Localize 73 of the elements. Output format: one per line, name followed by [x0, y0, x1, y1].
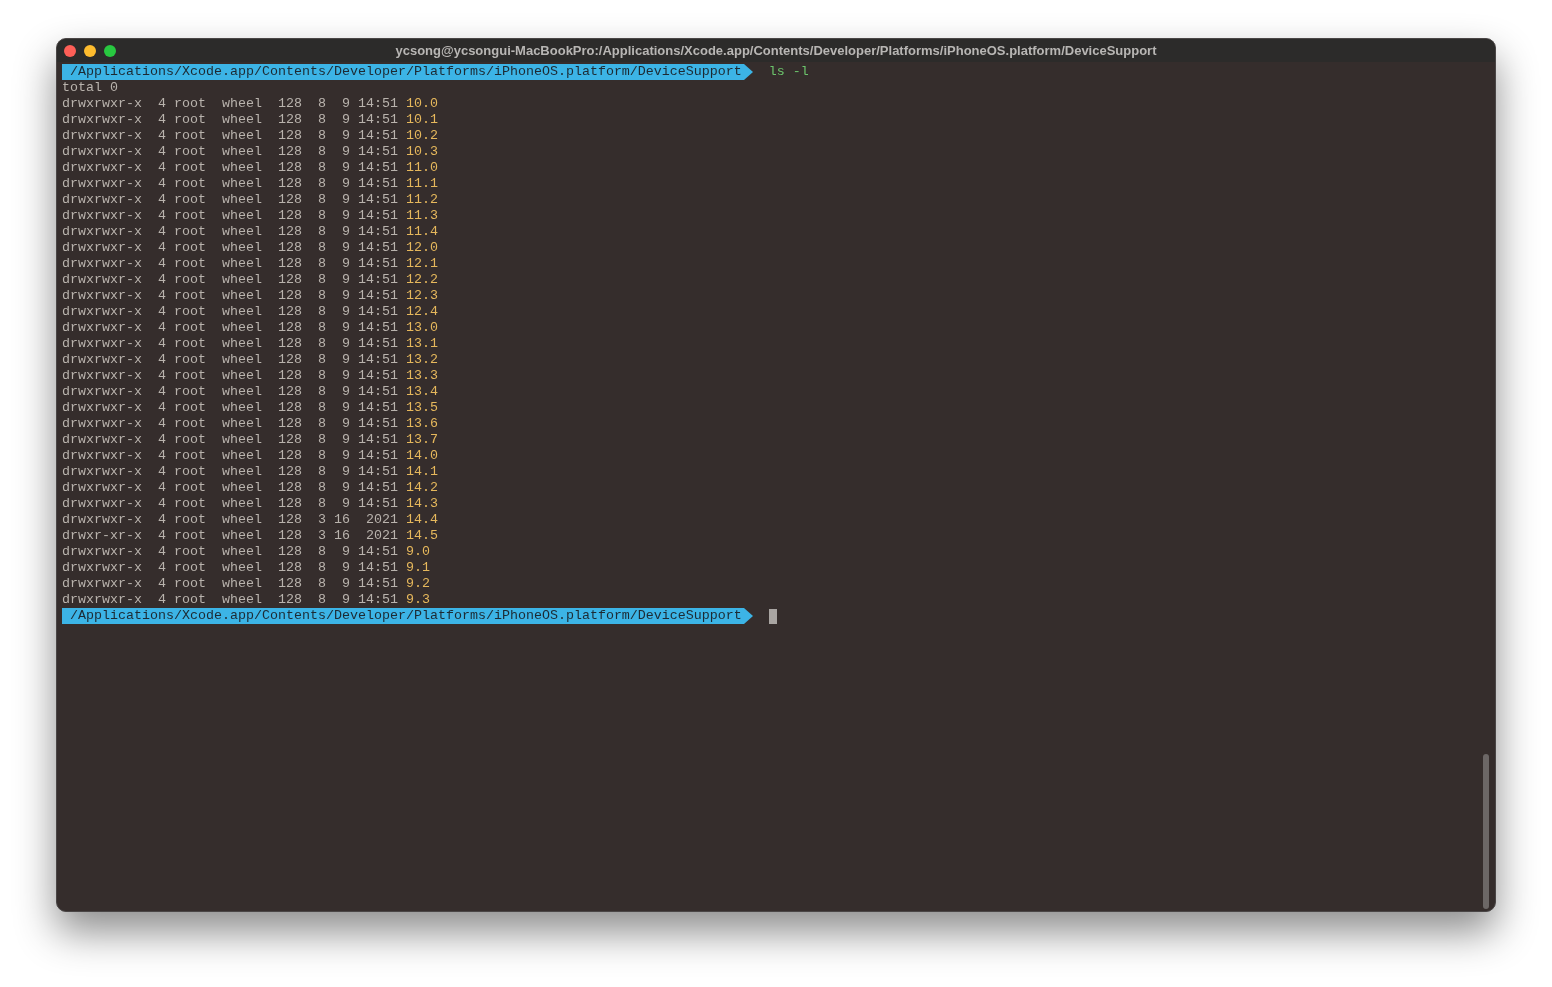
folder-name: 9.0 [405, 544, 430, 560]
file-info: drwxrwxr-x 4 root wheel 128 8 9 14:51 [62, 240, 398, 256]
file-info: drwxrwxr-x 4 root wheel 128 8 9 14:51 [62, 256, 398, 272]
scrollbar-thumb[interactable] [1483, 754, 1489, 909]
folder-name: 12.2 [405, 272, 438, 288]
folder-name: 9.1 [405, 560, 430, 576]
zoom-button[interactable] [104, 44, 116, 57]
file-info: drwxrwxr-x 4 root wheel 128 8 9 14:51 [62, 480, 398, 496]
file-info: drwxrwxr-x 4 root wheel 128 8 9 14:51 [62, 160, 398, 176]
file-info: drwxrwxr-x 4 root wheel 128 8 9 14:51 [62, 96, 398, 112]
file-info: drwxrwxr-x 4 root wheel 128 8 9 14:51 [62, 544, 398, 560]
folder-name: 13.6 [405, 416, 438, 432]
prompt-arrow-icon [743, 64, 753, 80]
file-info: drwxrwxr-x 4 root wheel 128 8 9 14:51 [62, 112, 398, 128]
file-info: drwxrwxr-x 4 root wheel 128 3 16 2021 [62, 512, 398, 528]
file-info: drwxrwxr-x 4 root wheel 128 8 9 14:51 [62, 208, 398, 224]
minimize-button[interactable] [84, 44, 96, 57]
folder-name: 11.2 [405, 192, 438, 208]
file-info: drwxrwxr-x 4 root wheel 128 8 9 14:51 [62, 576, 398, 592]
folder-name: 11.3 [405, 208, 438, 224]
file-info: drwxrwxr-x 4 root wheel 128 8 9 14:51 [62, 192, 398, 208]
folder-name: 13.3 [405, 368, 438, 384]
output-line: total 0 [62, 80, 118, 96]
folder-name: 14.5 [405, 528, 438, 544]
file-info: drwxrwxr-x 4 root wheel 128 8 9 14:51 [62, 448, 398, 464]
file-info: drwxrwxr-x 4 root wheel 128 8 9 14:51 [62, 288, 398, 304]
folder-name: 10.3 [405, 144, 438, 160]
folder-name: 9.3 [405, 592, 430, 608]
command-text: ls -l [768, 64, 809, 80]
file-info: drwxrwxr-x 4 root wheel 128 8 9 14:51 [62, 400, 398, 416]
folder-name: 14.4 [405, 512, 438, 528]
file-info: drwxrwxr-x 4 root wheel 128 8 9 14:51 [62, 560, 398, 576]
folder-name: 13.0 [405, 320, 438, 336]
close-button[interactable] [64, 44, 76, 57]
folder-name: 11.1 [405, 176, 438, 192]
file-info: drwxrwxr-x 4 root wheel 128 8 9 14:51 [62, 592, 398, 608]
folder-name: 14.2 [405, 480, 438, 496]
folder-name: 13.4 [405, 384, 438, 400]
window-title: ycsong@ycsongui-MacBookPro:/Applications/Xcode.app/Contents/Developer/Platforms/iPhoneOS.platform/DeviceSupport [395, 41, 1157, 60]
file-info: drwxrwxr-x 4 root wheel 128 8 9 14:51 [62, 272, 398, 288]
folder-name: 11.4 [405, 224, 438, 240]
folder-name: 13.7 [405, 432, 438, 448]
folder-name: 13.5 [405, 400, 438, 416]
file-info: drwxrwxr-x 4 root wheel 128 8 9 14:51 [62, 384, 398, 400]
file-info: drwxrwxr-x 4 root wheel 128 8 9 14:51 [62, 496, 398, 512]
file-info: drwxrwxr-x 4 root wheel 128 8 9 14:51 [62, 416, 398, 432]
folder-name: 11.0 [405, 160, 438, 176]
file-info: drwxrwxr-x 4 root wheel 128 8 9 14:51 [62, 128, 398, 144]
folder-name: 14.0 [405, 448, 438, 464]
file-info: drwxrwxr-x 4 root wheel 128 8 9 14:51 [62, 224, 398, 240]
folder-name: 14.3 [405, 496, 438, 512]
folder-name: 12.4 [405, 304, 438, 320]
folder-name: 10.1 [405, 112, 438, 128]
folder-name: 9.2 [405, 576, 430, 592]
folder-name: 14.1 [405, 464, 438, 480]
folder-name: 12.0 [405, 240, 438, 256]
folder-name: 12.1 [405, 256, 438, 272]
prompt-arrow-icon [743, 608, 753, 624]
folder-name: 13.2 [405, 352, 438, 368]
file-info: drwxrwxr-x 4 root wheel 128 8 9 14:51 [62, 352, 398, 368]
folder-name: 12.3 [405, 288, 438, 304]
folder-name: 10.2 [405, 128, 438, 144]
file-info: drwxrwxr-x 4 root wheel 128 8 9 14:51 [62, 144, 398, 160]
file-info: drwxrwxr-x 4 root wheel 128 8 9 14:51 [62, 432, 398, 448]
folder-name: 10.0 [405, 96, 438, 112]
file-info: drwxrwxr-x 4 root wheel 128 8 9 14:51 [62, 176, 398, 192]
file-info: drwxr-xr-x 4 root wheel 128 3 16 2021 [62, 528, 398, 544]
file-info: drwxrwxr-x 4 root wheel 128 8 9 14:51 [62, 464, 398, 480]
file-info: drwxrwxr-x 4 root wheel 128 8 9 14:51 [62, 320, 398, 336]
file-info: drwxrwxr-x 4 root wheel 128 8 9 14:51 [62, 304, 398, 320]
file-info: drwxrwxr-x 4 root wheel 128 8 9 14:51 [62, 368, 398, 384]
folder-name: 13.1 [405, 336, 438, 352]
file-info: drwxrwxr-x 4 root wheel 128 8 9 14:51 [62, 336, 398, 352]
